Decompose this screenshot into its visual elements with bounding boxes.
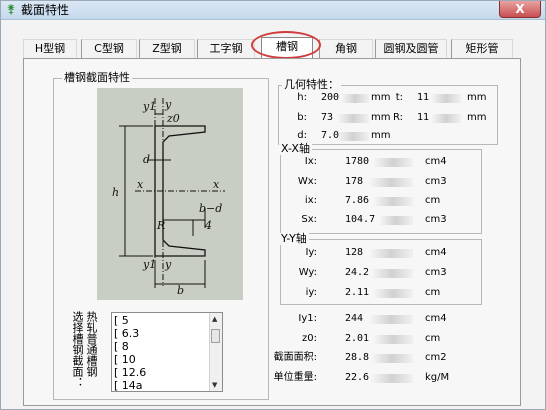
- value-t: 11: [417, 92, 430, 103]
- window-title: 截面特性: [21, 3, 70, 17]
- list-item[interactable]: [ 14a: [114, 379, 143, 391]
- scroll-down-icon[interactable]: ▼: [212, 381, 217, 389]
- geometry-row-d: d: 7.0 mm: [297, 130, 391, 141]
- label-y-bottom: y: [164, 258, 172, 271]
- channel-drawing: y1 y z0 d h x x R b−d 4 y y1 b: [112, 98, 225, 297]
- row-iy-moment: Iy: 128 cm4: [305, 247, 447, 258]
- tab-z-steel[interactable]: Z型钢: [139, 39, 195, 58]
- value-R: 11: [417, 112, 430, 123]
- tab-i-beam[interactable]: 工字钢: [197, 39, 255, 58]
- row-ix-radius: ix: 7.86 cm: [304, 195, 441, 206]
- row-section-area: 截面面积: 28.8 cm2: [273, 352, 447, 363]
- scroll-up-icon[interactable]: ▲: [212, 315, 217, 323]
- label-h: h: [112, 186, 119, 199]
- list-item[interactable]: [ 6.3: [114, 327, 139, 340]
- label-z0: z0: [166, 112, 180, 125]
- list-label-col1: 选择槽钢截面：: [71, 311, 84, 388]
- value-h: 200: [321, 92, 340, 103]
- close-button[interactable]: X: [499, 1, 541, 18]
- row-wx: Wx: 178 cm3: [297, 176, 447, 187]
- title-bar[interactable]: ⚵ 截面特性 X: [1, 1, 545, 20]
- label-y-top: y: [164, 98, 172, 111]
- row-sx: Sx: 104.7 cm3: [301, 214, 447, 225]
- label-x-right: x: [213, 178, 220, 191]
- label-d: d: [143, 153, 150, 166]
- label-four: 4: [204, 219, 212, 232]
- active-tab-highlight: [251, 31, 321, 59]
- app-icon: ⚵: [6, 2, 16, 16]
- list-label-col2: 热轧普通槽钢: [85, 311, 98, 377]
- geometry-row-b-r: b: 73 mm R: 11 mm: [297, 112, 487, 123]
- label-x-left: x: [137, 178, 144, 191]
- row-iy-radius: iy: 2.11 cm: [305, 287, 441, 298]
- yy-axis-label: Y-Y轴: [279, 232, 309, 245]
- label-b-minus-d: b−d: [199, 202, 222, 215]
- row-wy: Wy: 24.2 cm3: [298, 267, 447, 278]
- section-listbox[interactable]: [ 5 [ 6.3 [ 8 [ 10 [ 12.6 [ 14a ▲ ▼: [111, 312, 223, 392]
- row-iy1: Iy1: 244 cm4: [298, 313, 447, 324]
- tab-c-steel[interactable]: C型钢: [81, 39, 137, 58]
- row-unit-weight: 单位重量: 22.6 kg/M: [273, 372, 450, 383]
- tab-angle-steel[interactable]: 角钢: [319, 39, 373, 58]
- section-group-label: 槽钢截面特性: [62, 71, 132, 84]
- tab-h-steel[interactable]: H型钢: [23, 39, 77, 58]
- label-y1-bottom: y1: [142, 258, 156, 271]
- scroll-thumb[interactable]: [211, 329, 220, 343]
- list-scrollbar[interactable]: ▲ ▼: [209, 313, 222, 391]
- row-z0: z0: 2.01 cm: [302, 333, 441, 344]
- list-item[interactable]: [ 8: [114, 340, 129, 353]
- list-item[interactable]: [ 12.6: [114, 366, 146, 379]
- row-ix-moment: Ix: 1780 cm4: [304, 156, 447, 167]
- channel-section-diagram: y1 y z0 d h x x R b−d 4 y y1 b: [97, 88, 243, 300]
- value-b: 73: [321, 112, 334, 123]
- tab-round-bar-pipe[interactable]: 圆钢及圆管: [375, 39, 447, 58]
- geometry-row-h-t: h: 200 mm t: 11 mm: [297, 92, 487, 103]
- list-item[interactable]: [ 5: [114, 314, 129, 327]
- xx-axis-label: X-X轴: [279, 142, 312, 155]
- geometry-group-label: 几何特性：: [282, 78, 341, 91]
- label-R: R: [156, 219, 165, 232]
- list-item[interactable]: [ 10: [114, 353, 136, 366]
- label-b: b: [177, 284, 184, 297]
- section-properties-window: ⚵ 截面特性 X H型钢 C型钢 Z型钢 工字钢 槽钢 角钢 圆钢及圆管 矩形管…: [0, 0, 546, 410]
- tab-rectangular-tube[interactable]: 矩形管: [451, 39, 513, 58]
- label-y1-top: y1: [142, 100, 156, 113]
